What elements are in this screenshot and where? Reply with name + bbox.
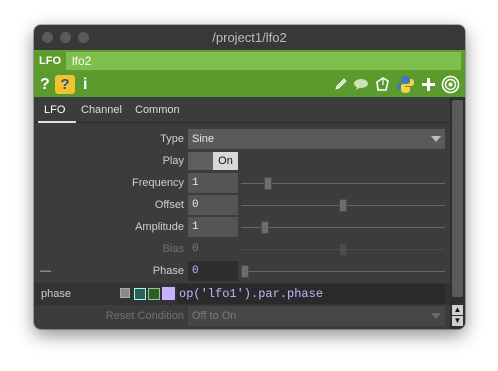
constant-mode-button[interactable] — [120, 288, 130, 298]
operator-name-field[interactable]: lfo2 — [66, 52, 461, 70]
plus-icon[interactable] — [421, 77, 436, 92]
bind-mode-button[interactable] — [162, 287, 175, 300]
phase-label: Phase — [152, 265, 184, 277]
expression-mode-button[interactable] — [134, 288, 146, 300]
operator-icon-bar: ? ? i — [34, 72, 465, 97]
chevron-down-icon — [431, 136, 441, 142]
tab-channel[interactable]: Channel — [81, 97, 122, 123]
bias-label: Bias — [162, 243, 184, 255]
phase-slider-handle[interactable] — [241, 265, 249, 278]
frequency-field[interactable]: 1 — [188, 173, 238, 193]
amplitude-slider-track — [241, 227, 445, 228]
play-label: Play — [162, 155, 184, 167]
scroll-down-arrow[interactable]: ▼ — [452, 316, 463, 326]
type-label: Type — [160, 133, 184, 145]
offset-field[interactable]: 0 — [188, 195, 238, 215]
tab-common[interactable]: Common — [135, 97, 180, 123]
operator-header: LFO lfo2 — [34, 50, 465, 72]
comment-icon[interactable] — [353, 78, 369, 91]
python-icon[interactable] — [396, 75, 415, 94]
reset-condition-dropdown: Off to On — [188, 306, 445, 326]
offset-label: Offset — [154, 199, 184, 211]
info-icon[interactable]: i — [83, 75, 87, 94]
title-bar: /project1/lfo2 — [34, 25, 465, 50]
play-toggle-value: On — [213, 152, 238, 170]
amplitude-slider-handle[interactable] — [261, 221, 269, 234]
window-title: /project1/lfo2 — [212, 30, 287, 45]
pencil-icon[interactable] — [334, 77, 348, 91]
bias-field: 0 — [188, 239, 238, 259]
phase-slider-track — [241, 271, 445, 272]
tab-divider — [34, 122, 450, 123]
viewer-icon[interactable] — [441, 75, 460, 94]
export-mode-button[interactable] — [148, 288, 160, 300]
python-help-icon[interactable]: ? — [55, 75, 75, 94]
tab-lfo[interactable]: LFO — [44, 97, 65, 123]
expression-parameter-name: phase — [41, 288, 71, 300]
scrollbar-thumb[interactable] — [452, 100, 463, 297]
chevron-down-icon — [431, 313, 441, 319]
bias-slider-handle — [339, 243, 347, 256]
help-icon[interactable]: ? — [40, 75, 50, 94]
page-tabs: LFO Channel Common — [34, 97, 450, 123]
operator-type-label: LFO — [39, 55, 61, 67]
phase-field[interactable]: 0 — [188, 261, 238, 281]
amplitude-label: Amplitude — [135, 221, 184, 233]
active-tab-underline — [38, 121, 76, 123]
clone-icon[interactable] — [374, 76, 391, 93]
play-toggle[interactable]: On — [188, 152, 238, 170]
scroll-up-arrow[interactable]: ▲ — [452, 305, 463, 315]
type-dropdown[interactable]: Sine — [188, 129, 445, 149]
reset-condition-label: Reset Condition — [105, 310, 184, 322]
amplitude-field[interactable]: 1 — [188, 217, 238, 237]
frequency-slider-handle[interactable] — [264, 177, 272, 190]
type-value: Sine — [192, 133, 215, 145]
frequency-label: Frequency — [132, 177, 184, 189]
parameter-window: /project1/lfo2 LFO lfo2 ? ? i LFO Channe… — [34, 25, 465, 329]
expression-field[interactable]: op('lfo1').par.phase — [177, 284, 445, 304]
offset-slider-handle[interactable] — [339, 199, 347, 212]
reset-condition-value: Off to On — [192, 310, 237, 322]
